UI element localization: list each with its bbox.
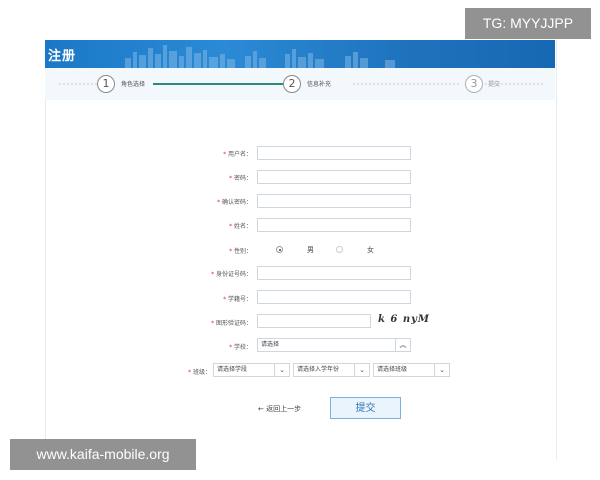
confirm-password-input[interactable] [257,194,411,208]
step-2-label: 信息补充 [307,81,332,88]
chevron-down-icon[interactable]: ⌄ [354,364,369,376]
arrow-left-icon: ← [258,405,264,413]
gender-female-radio[interactable] [336,246,343,253]
steps-progress-line [153,83,283,85]
gender-male-label: 男 [307,246,314,254]
enrollment-year-select[interactable]: 请选择入学年份 ⌄ [293,363,370,377]
stage-select[interactable]: 请选择学段 ⌄ [213,363,290,377]
step-2-circle: 2 [283,75,301,93]
username-input[interactable] [257,146,411,160]
registration-panel [45,40,557,460]
submit-button[interactable]: 提交 [330,397,401,419]
gender-male-radio[interactable] [276,246,283,253]
chevron-down-icon[interactable]: ⌄ [274,364,289,376]
id-number-input[interactable] [257,266,411,280]
step-1-label: 角色选择 [121,81,146,88]
username-label: * 用户名： [223,151,252,158]
enrollment-year-select-value: 请选择入学年份 [297,366,340,373]
step-1-circle: 1 [97,75,115,93]
captcha-input[interactable] [257,314,371,328]
school-label: * 学校： [229,344,252,351]
tg-watermark: TG: MYYJJPP [465,8,591,39]
school-select-value: 请选择 [261,341,280,348]
city-skyline-decoration [125,45,395,68]
class-select-value: 请选择班级 [377,366,408,373]
name-input[interactable] [257,218,411,232]
id-number-label: * 身份证号码： [211,271,252,278]
student-number-label: * 学籍号： [223,296,252,303]
school-select[interactable]: 请选择 ︽ [257,338,411,352]
chevron-down-icon[interactable]: ⌄ [434,364,449,376]
captcha-image[interactable]: k 6 nyM [378,314,430,325]
student-number-input[interactable] [257,290,411,304]
class-label: * 班级： [188,369,211,376]
registration-steps: 1 角色选择 2 信息补充 3 提交 [45,68,555,100]
name-label: * 姓名： [229,223,252,230]
gender-female-label: 女 [367,246,374,254]
chevron-up-icon[interactable]: ︽ [395,339,410,351]
step-3-circle: 3 [465,75,483,93]
password-label: * 密码： [229,175,252,182]
page-header: 注册 [45,40,555,68]
confirm-password-label: * 确认密码： [217,199,252,206]
back-link[interactable]: ← 返回上一步 [258,404,301,414]
page-title: 注册 [48,49,77,64]
password-input[interactable] [257,170,411,184]
gender-label: * 性别： [229,248,252,255]
step-3-label: 提交 [488,81,501,88]
captcha-label: * 图形验证码： [211,320,252,327]
stage-select-value: 请选择学段 [217,366,248,373]
site-watermark: www.kaifa-mobile.org [10,439,196,470]
class-select[interactable]: 请选择班级 ⌄ [373,363,450,377]
